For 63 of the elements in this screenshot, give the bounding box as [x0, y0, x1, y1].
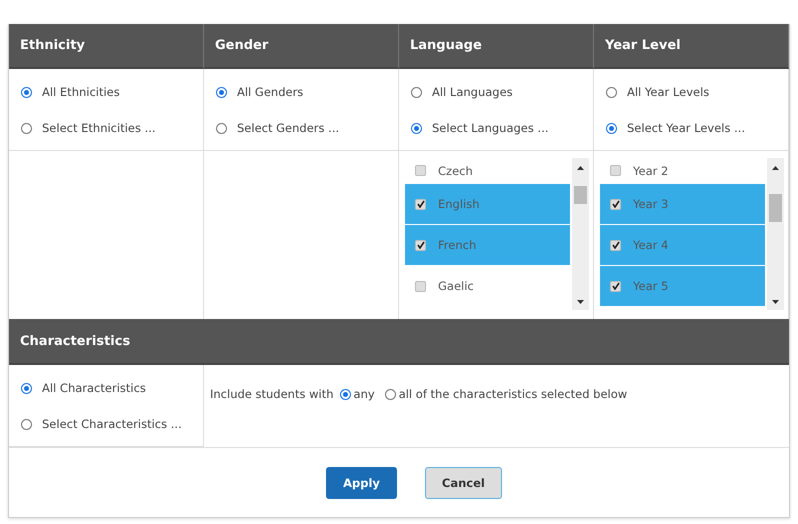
- option-label: all of the characteristics selected below: [398, 387, 628, 401]
- item-label: Year 5: [633, 279, 668, 293]
- item-label: English: [438, 197, 480, 211]
- list-item[interactable]: French: [405, 225, 570, 265]
- column-header: Language: [399, 24, 594, 69]
- option-label: All Ethnicities: [42, 85, 120, 99]
- column-header: Ethnicity: [9, 24, 204, 69]
- option-label: All Characteristics: [42, 381, 146, 395]
- radio-button[interactable]: [340, 388, 351, 400]
- scrollbar[interactable]: [767, 158, 784, 310]
- check-icon: [612, 282, 620, 290]
- list-item[interactable]: Year 4: [600, 225, 765, 265]
- radio-button[interactable]: [606, 122, 617, 134]
- list-item[interactable]: Czech: [405, 158, 570, 183]
- radio-button[interactable]: [411, 122, 422, 134]
- checkbox[interactable]: [415, 240, 426, 250]
- radio-button[interactable]: [21, 382, 32, 394]
- checkbox[interactable]: [610, 280, 621, 292]
- apply-button[interactable]: Apply: [326, 466, 397, 498]
- checkbox[interactable]: [415, 165, 426, 176]
- option-label: All Languages: [432, 85, 513, 99]
- option-label: All Year Levels: [627, 85, 710, 99]
- item-label: Czech: [438, 164, 473, 178]
- list-item[interactable]: Year 3: [600, 184, 765, 224]
- item-label: Year 4: [633, 238, 668, 252]
- radio-button[interactable]: [21, 122, 32, 134]
- option-label: Select Year Levels ...: [627, 121, 746, 135]
- column-header: Year Level: [594, 24, 789, 69]
- section-header: Characteristics: [9, 319, 789, 365]
- check-icon: [612, 200, 620, 208]
- option-label: Select Ethnicities ...: [42, 121, 156, 135]
- checkbox[interactable]: [610, 198, 621, 210]
- checkbox[interactable]: [610, 165, 621, 176]
- list-item[interactable]: Year 2: [600, 158, 765, 183]
- checkbox[interactable]: [415, 198, 426, 210]
- radio-button[interactable]: [384, 388, 396, 400]
- column-header: Gender: [204, 24, 399, 69]
- cancel-button[interactable]: Cancel: [424, 466, 502, 498]
- list-item[interactable]: Gaelic: [405, 266, 570, 306]
- item-label: Year 2: [633, 164, 668, 178]
- check-icon: [416, 241, 424, 249]
- list-item[interactable]: English: [405, 184, 570, 224]
- option-label: Select Languages ...: [432, 121, 548, 135]
- option-label: All Genders: [237, 85, 304, 99]
- include-label: Include students with: [210, 387, 334, 401]
- radio-button[interactable]: [411, 86, 422, 98]
- scrollbar[interactable]: [572, 158, 589, 310]
- option-label: Select Characteristics ...: [42, 417, 182, 431]
- radio-button[interactable]: [216, 122, 227, 134]
- option-label: Select Genders ...: [237, 121, 340, 135]
- checkbox[interactable]: [610, 240, 621, 250]
- radio-button[interactable]: [21, 418, 32, 430]
- checkbox[interactable]: [415, 280, 426, 292]
- item-label: French: [438, 238, 476, 252]
- list-item[interactable]: Year 5: [600, 266, 765, 306]
- option-label: any: [354, 387, 375, 401]
- check-icon: [612, 241, 620, 249]
- item-label: Year 3: [633, 197, 668, 211]
- check-icon: [416, 200, 424, 208]
- radio-button[interactable]: [216, 86, 227, 98]
- radio-button[interactable]: [21, 86, 32, 98]
- radio-button[interactable]: [606, 86, 617, 98]
- item-label: Gaelic: [438, 279, 474, 293]
